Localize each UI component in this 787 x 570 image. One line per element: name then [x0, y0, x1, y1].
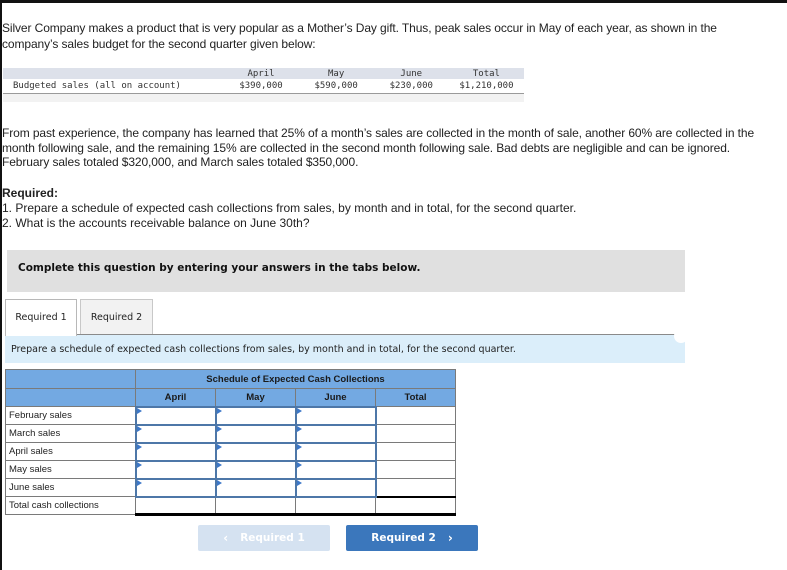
row-label-may-sales: May sales [5, 460, 136, 479]
column-header-total: Total [375, 388, 456, 407]
chevron-right-icon: › [447, 531, 453, 545]
instruction-banner: Complete this question by entering your … [7, 250, 685, 292]
sales-budget-table: April May June Total Budgeted sales (all… [3, 68, 524, 102]
table-row: June sales [5, 477, 456, 498]
required-item-1: 1. Prepare a schedule of expected cash c… [2, 201, 577, 215]
budget-sales-row: Budgeted sales (all on account) $390,000… [3, 79, 524, 93]
input-marker-icon [136, 461, 142, 468]
table-row: April sales [5, 441, 456, 462]
april-may-input[interactable] [216, 443, 295, 460]
budget-header-row: April May June Total [3, 68, 524, 79]
budget-value-june: $230,000 [389, 80, 433, 91]
table-row: February sales [5, 405, 456, 426]
march-june-input[interactable] [296, 425, 375, 442]
input-marker-icon [216, 407, 222, 414]
may-june-input[interactable] [296, 461, 375, 478]
may-may-input[interactable] [216, 461, 295, 478]
input-marker-icon [296, 443, 302, 450]
input-marker-icon [136, 425, 142, 432]
budget-header-june: June [400, 68, 423, 79]
table-row: May sales [5, 459, 456, 480]
required-heading: Required: [2, 186, 59, 200]
june-june-input[interactable] [296, 479, 375, 496]
previous-button-label: Required 1 [240, 532, 305, 544]
budget-value-total: $1,210,000 [459, 80, 514, 91]
column-header-april: April [135, 388, 216, 407]
row-label-march-sales: March sales [5, 424, 136, 443]
input-marker-icon [136, 443, 142, 450]
budget-footer-rule [3, 93, 524, 102]
input-marker-icon [296, 407, 302, 414]
column-header-may: May [215, 388, 296, 407]
previous-required-button[interactable]: ‹ Required 1 [198, 525, 330, 551]
schedule-title: Schedule of Expected Cash Collections [135, 369, 456, 389]
may-april-input[interactable] [136, 461, 215, 478]
budget-header-total: Total [472, 68, 500, 79]
cash-collections-schedule: Schedule of Expected Cash Collections Ap… [5, 369, 456, 516]
row-label-april-sales: April sales [5, 442, 136, 461]
question-prompt: Prepare a schedule of expected cash coll… [5, 335, 685, 363]
required-item-2: 2. What is the accounts receivable balan… [2, 215, 310, 230]
input-marker-icon [296, 461, 302, 468]
collection-policy-paragraph: From past experience, the company has le… [2, 126, 755, 169]
may-total-cell [375, 460, 456, 479]
row-label-june-sales: June sales [5, 478, 136, 497]
budget-header-may: May [328, 68, 345, 79]
total-may-cell [215, 495, 296, 516]
schedule-column-header-row: April May June Total [5, 388, 456, 407]
input-marker-icon [136, 407, 142, 414]
june-may-input[interactable] [216, 479, 295, 496]
prompt-corner-notch [674, 329, 688, 343]
tab-bar: Required 1 Required 2 [5, 299, 153, 336]
input-marker-icon [216, 443, 222, 450]
budget-row-label: Budgeted sales (all on account) [13, 80, 181, 91]
february-may-input[interactable] [216, 407, 295, 424]
input-marker-icon [216, 479, 222, 486]
march-total-cell [375, 424, 456, 443]
april-total-cell [375, 442, 456, 461]
march-may-input[interactable] [216, 425, 295, 442]
input-marker-icon [216, 461, 222, 468]
april-april-input[interactable] [136, 443, 215, 460]
row-label-total-cash-collections: Total cash collections [5, 496, 136, 515]
next-button-label: Required 2 [371, 532, 436, 544]
table-row: March sales [5, 423, 456, 444]
input-marker-icon [296, 479, 302, 486]
input-marker-icon [296, 425, 302, 432]
tab-required-1[interactable]: Required 1 [5, 299, 77, 336]
april-june-input[interactable] [296, 443, 375, 460]
tab-required-2[interactable]: Required 2 [80, 299, 153, 335]
next-required-button[interactable]: Required 2 › [346, 525, 478, 551]
row-label-february-sales: February sales [5, 406, 136, 425]
column-header-june: June [295, 388, 376, 407]
grand-total-cell [375, 495, 456, 516]
march-april-input[interactable] [136, 425, 215, 442]
chevron-left-icon: ‹ [223, 531, 229, 545]
budget-header-april: April [247, 68, 275, 79]
input-marker-icon [136, 479, 142, 486]
february-april-input[interactable] [136, 407, 215, 424]
total-june-cell [295, 495, 376, 516]
february-june-input[interactable] [296, 407, 375, 424]
intro-paragraph: Silver Company makes a product that is v… [2, 21, 717, 51]
june-april-input[interactable] [136, 479, 215, 496]
february-total-cell [375, 406, 456, 425]
total-april-cell [135, 495, 216, 516]
total-cash-collections-row: Total cash collections [5, 495, 456, 516]
budget-value-may: $590,000 [314, 80, 358, 91]
schedule-title-row: Schedule of Expected Cash Collections [5, 369, 456, 389]
budget-value-april: $390,000 [239, 80, 283, 91]
input-marker-icon [216, 425, 222, 432]
required-list: 1. Prepare a schedule of expected cash c… [2, 201, 576, 230]
june-total-cell [375, 478, 456, 497]
